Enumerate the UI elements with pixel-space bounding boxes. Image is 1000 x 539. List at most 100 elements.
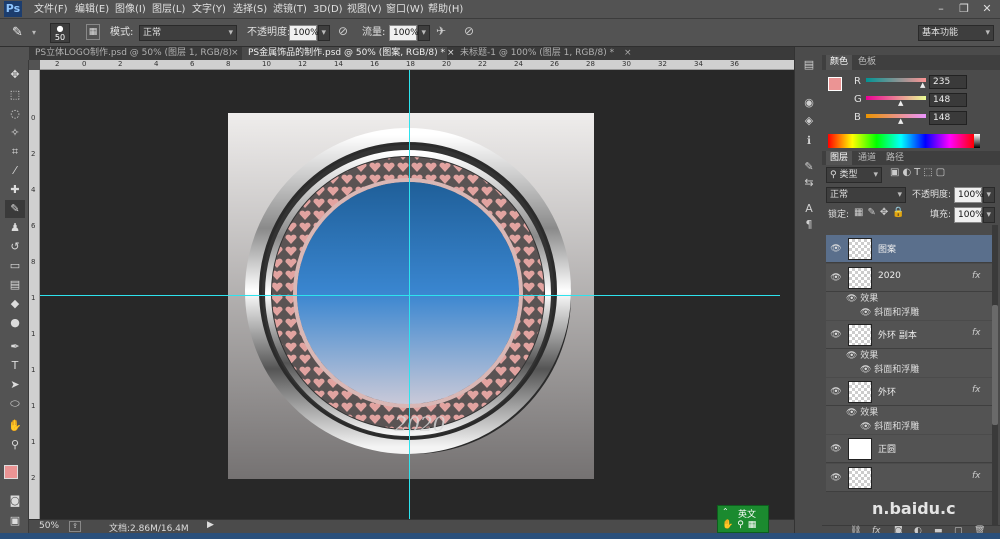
chevron-up-icon[interactable]: ⌃ xyxy=(722,507,729,516)
flow-input[interactable]: 100% xyxy=(389,25,419,41)
layer-row[interactable]: 👁 外环 fx xyxy=(826,378,992,406)
layer-opacity-input[interactable]: 100% xyxy=(954,187,984,203)
quick-select-tool-icon[interactable]: ✧ xyxy=(5,124,25,142)
menu-layer[interactable]: 图层(L) xyxy=(152,2,185,17)
adjustments-panel-icon[interactable]: ◈ xyxy=(801,113,817,129)
opacity-dropdown[interactable] xyxy=(318,25,330,41)
fx-icon[interactable]: fx xyxy=(972,328,981,338)
tab-color[interactable]: 颜色 xyxy=(826,55,853,70)
canvas-area[interactable]: 2020 xyxy=(40,70,794,519)
visibility-eye-icon[interactable]: 👁 xyxy=(830,329,842,341)
menu-file[interactable]: 文件(F) xyxy=(34,2,68,17)
blend-mode-select[interactable]: 正常 xyxy=(826,187,906,203)
eraser-tool-icon[interactable]: ▭ xyxy=(5,257,25,275)
layer-row[interactable]: 👁 图案 xyxy=(826,235,992,263)
history-brush-tool-icon[interactable]: ↺ xyxy=(5,238,25,256)
tab-untitled[interactable]: 未标题-1 @ 100% (图层 1, RGB/8) * xyxy=(454,47,624,60)
menu-edit[interactable]: 编辑(E) xyxy=(75,2,109,17)
visibility-eye-icon[interactable]: 👁 xyxy=(830,472,842,484)
b-slider-thumb[interactable]: ▲ xyxy=(898,117,903,125)
tab-swatches[interactable]: 色板 xyxy=(854,55,880,70)
layers-scrollbar[interactable] xyxy=(992,225,998,525)
tab-channels[interactable]: 通道 xyxy=(854,151,880,165)
horizontal-guide[interactable] xyxy=(40,295,780,296)
eye-icon[interactable]: 👁 xyxy=(846,408,860,418)
layer-opacity-dropdown[interactable] xyxy=(983,187,995,203)
eye-icon[interactable]: 👁 xyxy=(860,422,874,432)
effect-row[interactable]: 👁 斜面和浮雕 xyxy=(826,306,992,320)
quick-mask-icon[interactable]: ◙ xyxy=(5,492,25,510)
effects-row[interactable]: 👁 效果 xyxy=(826,292,992,306)
brush-panel-icon[interactable]: ▦ xyxy=(86,24,100,40)
close-icon[interactable]: × xyxy=(231,47,239,60)
export-icon[interactable]: ⇪ xyxy=(69,521,81,532)
r-input[interactable]: 235 xyxy=(929,75,967,89)
scrollbar-thumb[interactable] xyxy=(992,305,998,425)
layer-row[interactable]: 👁 2020 fx xyxy=(826,264,992,292)
visibility-eye-icon[interactable]: 👁 xyxy=(830,272,842,284)
document-canvas[interactable]: 2020 xyxy=(228,113,594,479)
tab-layers[interactable]: 图层 xyxy=(826,151,853,165)
grayscale-ramp[interactable] xyxy=(974,134,980,148)
flow-dropdown[interactable] xyxy=(418,25,430,41)
effects-row[interactable]: 👁 效果 xyxy=(826,406,992,420)
close-icon[interactable]: × xyxy=(624,47,632,60)
eye-icon[interactable]: 👁 xyxy=(860,365,874,375)
g-slider-thumb[interactable]: ▲ xyxy=(898,99,903,107)
b-input[interactable]: 148 xyxy=(929,111,967,125)
effect-row[interactable]: 👁 斜面和浮雕 xyxy=(826,420,992,434)
menu-3d[interactable]: 3D(D) xyxy=(313,2,343,17)
screen-mode-icon[interactable]: ▣ xyxy=(5,512,25,530)
menu-select[interactable]: 选择(S) xyxy=(233,2,267,17)
tab-logo[interactable]: PS立体LOGO制作.psd @ 50% (图层 1, RGB/8) * xyxy=(29,47,234,60)
mode-select[interactable]: 正常 xyxy=(139,25,237,41)
restore-icon[interactable]: ❐ xyxy=(953,1,975,17)
character-panel-icon[interactable]: A xyxy=(801,201,817,217)
fx-icon[interactable]: fx xyxy=(972,471,981,481)
marquee-tool-icon[interactable]: ⬚ xyxy=(5,86,25,104)
opacity-input[interactable]: 100% xyxy=(289,25,319,41)
stamp-tool-icon[interactable]: ♟ xyxy=(5,219,25,237)
layer-filter-icons[interactable]: ▣◐T⬚▢ xyxy=(890,167,948,178)
tab-metal[interactable]: PS金属饰品的制作.psd @ 50% (图案, RGB/8) * xyxy=(242,47,447,60)
foreground-color-swatch[interactable] xyxy=(828,77,842,91)
path-select-tool-icon[interactable]: ➤ xyxy=(5,376,25,394)
layer-row[interactable]: 👁 fx xyxy=(826,464,992,492)
fill-dropdown[interactable] xyxy=(983,207,995,223)
healing-tool-icon[interactable]: ✚ xyxy=(5,181,25,199)
r-slider[interactable] xyxy=(866,78,926,82)
workspace-select[interactable]: 基本功能 xyxy=(918,25,994,41)
r-slider-thumb[interactable]: ▲ xyxy=(920,81,925,89)
fx-icon[interactable]: fx xyxy=(972,271,981,281)
chevron-down-icon[interactable]: ▾ xyxy=(32,28,36,37)
layer-filter-select[interactable]: ⚲ 类型 xyxy=(826,167,882,183)
gradient-tool-icon[interactable]: ▤ xyxy=(5,276,25,294)
pen-tool-icon[interactable]: ✒ xyxy=(5,338,25,356)
minimize-icon[interactable]: – xyxy=(930,1,952,17)
close-icon[interactable]: ✕ xyxy=(976,1,998,17)
eye-icon[interactable]: 👁 xyxy=(846,351,860,361)
effects-row[interactable]: 👁 效果 xyxy=(826,349,992,363)
properties-panel-icon[interactable]: ◉ xyxy=(801,95,817,111)
pressure-size-icon[interactable]: ⊘ xyxy=(464,24,474,38)
zoom-tool-icon[interactable]: ⚲ xyxy=(5,436,25,454)
brush-size-picker[interactable]: ● 50 xyxy=(50,23,70,43)
layer-row[interactable]: 👁 正圆 xyxy=(826,435,992,463)
history-panel-icon[interactable]: ▤ xyxy=(801,57,817,73)
menu-view[interactable]: 视图(V) xyxy=(347,2,382,17)
ime-mode[interactable]: 英文 xyxy=(738,507,756,520)
zoom-level[interactable]: 50% xyxy=(39,521,59,531)
type-tool-icon[interactable]: T xyxy=(5,357,25,375)
menu-help[interactable]: 帮助(H) xyxy=(428,2,463,17)
color-spectrum-bar[interactable] xyxy=(828,134,974,148)
blur-tool-icon[interactable]: ◆ xyxy=(5,295,25,313)
crop-tool-icon[interactable]: ⌗ xyxy=(5,143,25,161)
ime-icons[interactable]: ✋⚲▦ xyxy=(722,520,760,530)
eyedropper-tool-icon[interactable]: ⁄ xyxy=(5,162,25,180)
fill-input[interactable]: 100% xyxy=(954,207,984,223)
brush-panel-icon[interactable]: ✎ xyxy=(801,159,817,175)
eye-icon[interactable]: 👁 xyxy=(846,294,860,304)
visibility-eye-icon[interactable]: 👁 xyxy=(830,386,842,398)
shape-tool-icon[interactable]: ⬭ xyxy=(5,395,25,413)
layer-row[interactable]: 👁 外环 副本 fx xyxy=(826,321,992,349)
